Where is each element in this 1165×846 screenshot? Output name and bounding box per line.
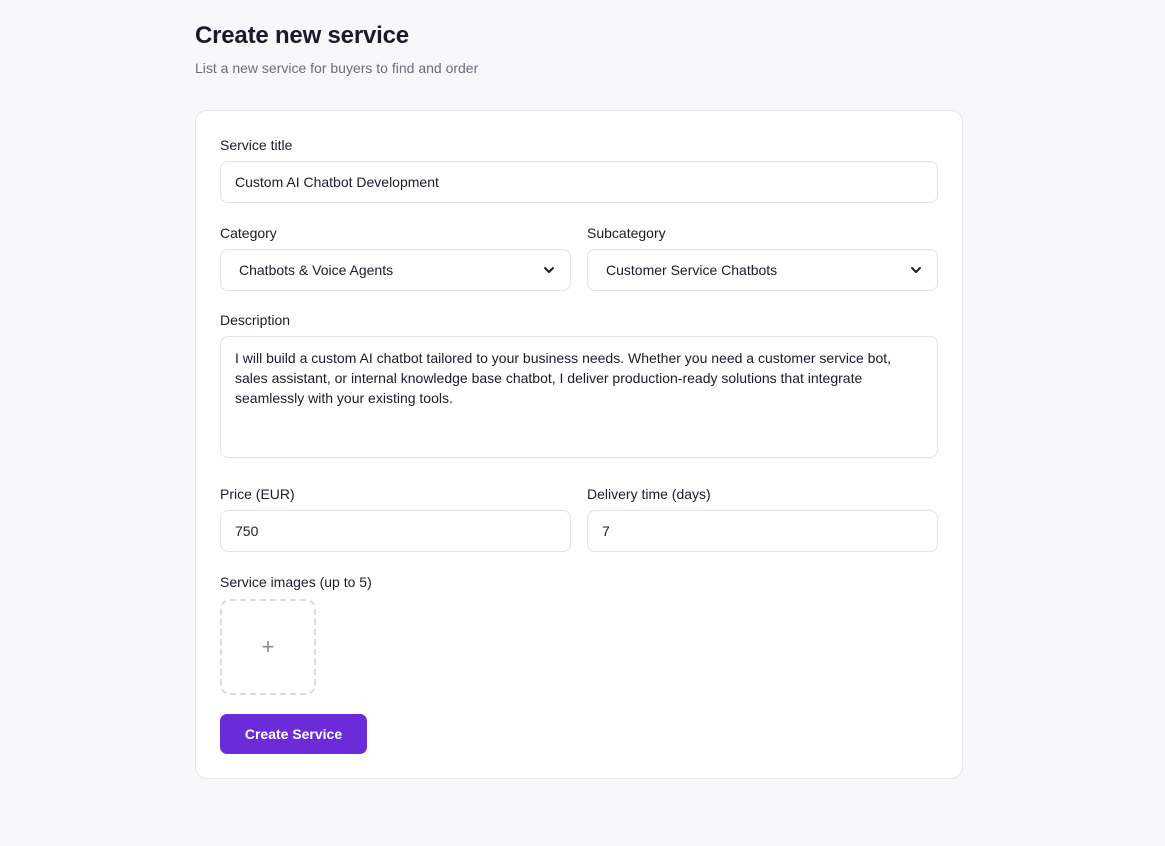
- page-title: Create new service: [195, 22, 409, 49]
- chevron-down-icon: [544, 267, 554, 273]
- description-textarea[interactable]: I will build a custom AI chatbot tailore…: [220, 336, 938, 458]
- chevron-down-icon: [911, 267, 921, 273]
- subcategory-select-value: Customer Service Chatbots: [606, 262, 778, 278]
- create-service-button[interactable]: Create Service: [220, 714, 367, 754]
- service-images-label: Service images (up to 5): [220, 574, 372, 590]
- service-title-label: Service title: [220, 137, 293, 153]
- image-upload-button[interactable]: +: [220, 599, 316, 695]
- price-label: Price (EUR): [220, 486, 295, 502]
- service-title-input[interactable]: [220, 161, 938, 203]
- subcategory-label: Subcategory: [587, 225, 666, 241]
- delivery-time-input[interactable]: [587, 510, 938, 552]
- price-input[interactable]: [220, 510, 571, 552]
- delivery-time-label: Delivery time (days): [587, 486, 711, 502]
- page-subtitle: List a new service for buyers to find an…: [195, 60, 479, 76]
- subcategory-select[interactable]: Customer Service Chatbots: [587, 249, 938, 291]
- category-label: Category: [220, 225, 277, 241]
- category-select-value: Chatbots & Voice Agents: [239, 262, 394, 278]
- category-select[interactable]: Chatbots & Voice Agents: [220, 249, 571, 291]
- service-form-card: Service title Category Chatbots & Voice …: [195, 110, 963, 779]
- plus-icon: +: [261, 634, 275, 659]
- description-label: Description: [220, 312, 291, 328]
